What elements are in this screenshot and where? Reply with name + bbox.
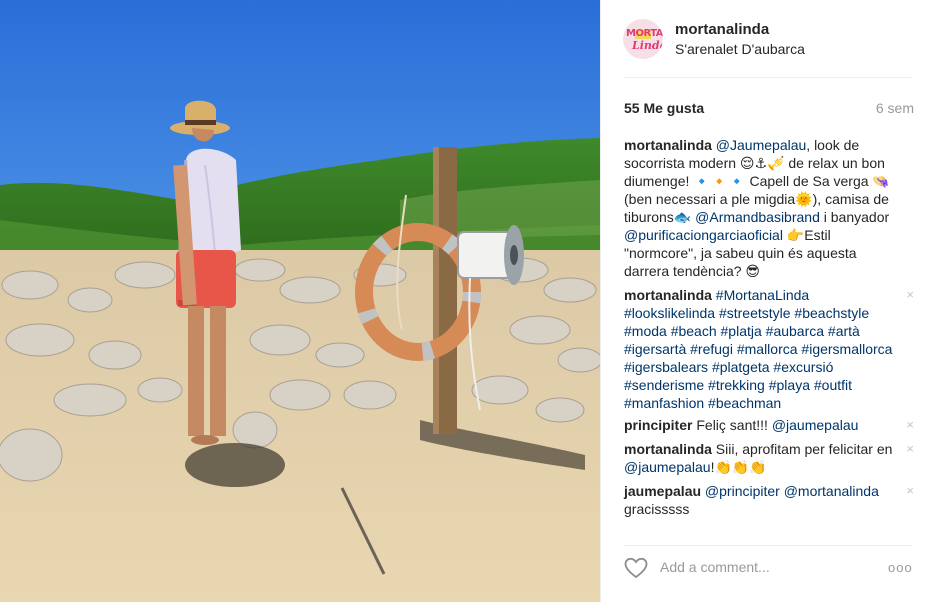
comment-username[interactable]: principiter bbox=[624, 417, 692, 433]
mention-link[interactable]: @mortanalinda bbox=[784, 483, 879, 499]
more-options-button[interactable]: ooo bbox=[888, 560, 913, 575]
hashtags-text[interactable]: #MortanaLinda #lookslikelinda #streetsty… bbox=[624, 287, 892, 411]
add-comment-input[interactable] bbox=[660, 556, 880, 578]
avatar-text-bottom: Linda bbox=[632, 39, 663, 52]
comment-text: gracisssss bbox=[624, 501, 690, 517]
comment-text: i banyador bbox=[819, 209, 890, 225]
hashtags-comment: mortanalinda #MortanaLinda #lookslikelin… bbox=[624, 286, 916, 412]
comment-text: Feliç sant!!! bbox=[696, 417, 772, 433]
mention-link[interactable]: @jaumepalau bbox=[772, 417, 859, 433]
comment-username[interactable]: jaumepalau bbox=[624, 483, 701, 499]
avatar-text-top: MORTA bbox=[626, 28, 663, 39]
likes-row: 55 Me gusta 6 sem bbox=[624, 100, 914, 120]
beach-scene-image bbox=[0, 0, 600, 602]
comment-text: !👏👏👏 bbox=[710, 459, 767, 475]
mention-link[interactable]: @jaumepalau bbox=[624, 459, 711, 475]
post-header: MORTA Linda mortanalinda S'arenalet D'au… bbox=[623, 17, 913, 63]
mention-link[interactable]: @principiter bbox=[705, 483, 780, 499]
post-photo[interactable] bbox=[0, 0, 600, 602]
list-item: principiter Feliç sant!!! @jaumepalau × bbox=[624, 416, 916, 434]
likes-count[interactable]: 55 Me gusta bbox=[624, 100, 704, 116]
header-divider bbox=[623, 77, 913, 78]
mention-link[interactable]: @purificaciongarciaoficial bbox=[624, 227, 783, 243]
location-link[interactable]: S'arenalet D'aubarca bbox=[675, 41, 805, 57]
list-item: jaumepalau @principiter @mortanalinda gr… bbox=[624, 482, 916, 518]
post-side-panel: MORTA Linda mortanalinda S'arenalet D'au… bbox=[601, 0, 936, 602]
footer-divider bbox=[623, 545, 913, 546]
post-age[interactable]: 6 sem bbox=[876, 100, 914, 116]
delete-comment-icon[interactable]: × bbox=[906, 440, 914, 458]
delete-comment-icon[interactable]: × bbox=[906, 482, 914, 500]
mention-link[interactable]: @Jaumepalau bbox=[716, 137, 807, 153]
comment-username[interactable]: mortanalinda bbox=[624, 137, 712, 153]
username-link[interactable]: mortanalinda bbox=[675, 21, 769, 38]
delete-comment-icon[interactable]: × bbox=[906, 416, 914, 434]
comment-text: Siii, aprofitam per felicitar en bbox=[715, 441, 893, 457]
comment-username[interactable]: mortanalinda bbox=[624, 441, 712, 457]
mention-link[interactable]: @Armandbasibrand bbox=[695, 209, 820, 225]
comments-list: mortanalinda @Jaumepalau, look de socorr… bbox=[624, 136, 916, 524]
delete-comment-icon[interactable]: × bbox=[906, 286, 914, 304]
comment-username[interactable]: mortanalinda bbox=[624, 287, 712, 303]
caption-comment: mortanalinda @Jaumepalau, look de socorr… bbox=[624, 136, 916, 280]
heart-outline-icon[interactable] bbox=[624, 557, 648, 579]
list-item: mortanalinda Siii, aprofitam per felicit… bbox=[624, 440, 916, 476]
avatar[interactable]: MORTA Linda bbox=[623, 19, 663, 59]
